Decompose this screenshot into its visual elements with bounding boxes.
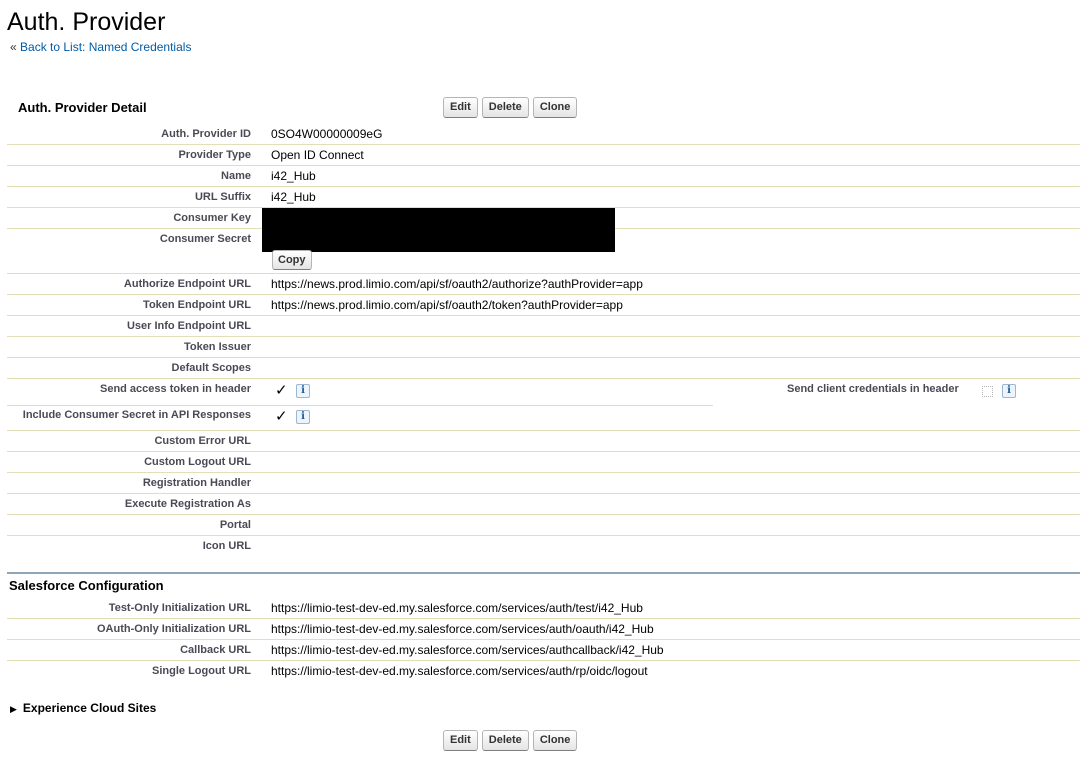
- field-value: https://limio-test-dev-ed.my.salesforce.…: [271, 643, 664, 657]
- field-label: OAuth-Only Initialization URL: [97, 623, 251, 635]
- config-row-oauth-only-url: OAuth-Only Initialization URL https://li…: [7, 619, 1080, 640]
- field-label: User Info Endpoint URL: [126, 320, 251, 332]
- field-label: Single Logout URL: [152, 665, 251, 677]
- checkmark-icon: ✓: [275, 408, 288, 425]
- bottom-button-group: Edit Delete Clone: [443, 730, 578, 751]
- experience-cloud-sites-toggle[interactable]: ▶ Experience Cloud Sites: [10, 701, 156, 715]
- field-value: Open ID Connect: [271, 148, 364, 162]
- page-title: Auth. Provider: [7, 8, 166, 36]
- send-client-credentials-checkbox: [982, 386, 993, 397]
- info-icon[interactable]: i: [296, 384, 310, 398]
- field-label: Default Scopes: [171, 362, 251, 374]
- delete-button[interactable]: Delete: [481, 97, 529, 118]
- clone-button[interactable]: Clone: [532, 730, 578, 751]
- detail-row-auth-provider-id: Auth. Provider ID 0SO4W00000009eG: [7, 124, 1080, 145]
- field-label: Consumer Key: [173, 212, 251, 224]
- field-label: Custom Logout URL: [144, 456, 251, 468]
- field-label: Token Issuer: [183, 341, 251, 353]
- experience-cloud-sites-label: Experience Cloud Sites: [22, 701, 157, 715]
- detail-row-token-endpoint: Token Endpoint URL https://news.prod.lim…: [7, 295, 1080, 316]
- edit-button[interactable]: Edit: [443, 730, 478, 751]
- back-to-list-link[interactable]: Back to List: Named Credentials: [20, 40, 191, 54]
- field-label: URL Suffix: [194, 191, 251, 203]
- delete-button[interactable]: Delete: [481, 730, 529, 751]
- config-row-single-logout-url: Single Logout URL https://limio-test-dev…: [7, 661, 1080, 682]
- info-icon[interactable]: i: [296, 410, 310, 424]
- field-label: Icon URL: [202, 540, 251, 552]
- send-client-credentials-label: Send client credentials in header: [787, 383, 959, 395]
- field-label: Test-Only Initialization URL: [108, 602, 251, 614]
- field-label: Execute Registration As: [124, 498, 251, 510]
- field-label: Name: [221, 170, 251, 182]
- config-row-callback-url: Callback URL https://limio-test-dev-ed.m…: [7, 640, 1080, 661]
- detail-row-custom-logout-url: Custom Logout URL: [7, 452, 1080, 473]
- detail-row-url-suffix: URL Suffix i42_Hub: [7, 187, 1080, 208]
- field-label: Provider Type: [178, 149, 251, 161]
- detail-section-title: Auth. Provider Detail: [18, 100, 147, 115]
- detail-row-name: Name i42_Hub: [7, 166, 1080, 187]
- field-label: Send access token in header: [99, 383, 251, 395]
- checkmark-icon: ✓: [275, 382, 288, 399]
- detail-row-registration-handler: Registration Handler: [7, 473, 1080, 494]
- edit-button[interactable]: Edit: [443, 97, 478, 118]
- field-value: https://limio-test-dev-ed.my.salesforce.…: [271, 622, 654, 636]
- field-label: Portal: [219, 519, 251, 531]
- detail-row-icon-url: Icon URL: [7, 536, 1080, 557]
- detail-row-custom-error-url: Custom Error URL: [7, 431, 1080, 452]
- detail-row-provider-type: Provider Type Open ID Connect: [7, 145, 1080, 166]
- field-label: Consumer Secret: [159, 233, 251, 245]
- field-value: https://news.prod.limio.com/api/sf/oauth…: [271, 277, 643, 291]
- detail-row-authorize-endpoint: Authorize Endpoint URL https://news.prod…: [7, 274, 1080, 295]
- detail-row-include-consumer-secret: Include Consumer Secret in API Responses…: [7, 405, 1080, 431]
- field-value: i42_Hub: [271, 169, 316, 183]
- detail-row-portal: Portal: [7, 515, 1080, 536]
- field-label: Registration Handler: [142, 477, 251, 489]
- detail-row-token-issuer: Token Issuer: [7, 337, 1080, 358]
- salesforce-config-title: Salesforce Configuration: [9, 578, 164, 593]
- section-divider: [7, 572, 1080, 574]
- breadcrumb: « Back to List: Named Credentials: [10, 40, 191, 54]
- field-label: Custom Error URL: [154, 435, 251, 447]
- detail-row-default-scopes: Default Scopes: [7, 358, 1080, 379]
- field-value: i42_Hub: [271, 190, 316, 204]
- clone-button[interactable]: Clone: [532, 97, 578, 118]
- config-row-test-only-url: Test-Only Initialization URL https://lim…: [7, 598, 1080, 619]
- field-value: https://limio-test-dev-ed.my.salesforce.…: [271, 601, 643, 615]
- back-prefix: «: [10, 40, 17, 54]
- copy-button[interactable]: Copy: [272, 250, 312, 270]
- triangle-right-icon: ▶: [10, 704, 17, 714]
- field-label: Token Endpoint URL: [143, 299, 251, 311]
- field-value: 0SO4W00000009eG: [271, 127, 383, 141]
- field-label: Auth. Provider ID: [161, 128, 251, 140]
- info-icon[interactable]: i: [1002, 384, 1016, 398]
- field-value: https://news.prod.limio.com/api/sf/oauth…: [271, 298, 623, 312]
- top-button-group: Edit Delete Clone: [443, 97, 578, 118]
- field-label: Include Consumer Secret in API Responses: [22, 409, 251, 421]
- field-value: https://limio-test-dev-ed.my.salesforce.…: [271, 664, 648, 678]
- field-label: Callback URL: [180, 644, 251, 656]
- redacted-credentials: [262, 208, 615, 252]
- detail-row-send-access-token: Send access token in header ✓ i Send cli…: [7, 379, 1080, 405]
- field-label: Authorize Endpoint URL: [123, 278, 251, 290]
- detail-row-execute-registration-as: Execute Registration As: [7, 494, 1080, 515]
- detail-row-user-info-endpoint: User Info Endpoint URL: [7, 316, 1080, 337]
